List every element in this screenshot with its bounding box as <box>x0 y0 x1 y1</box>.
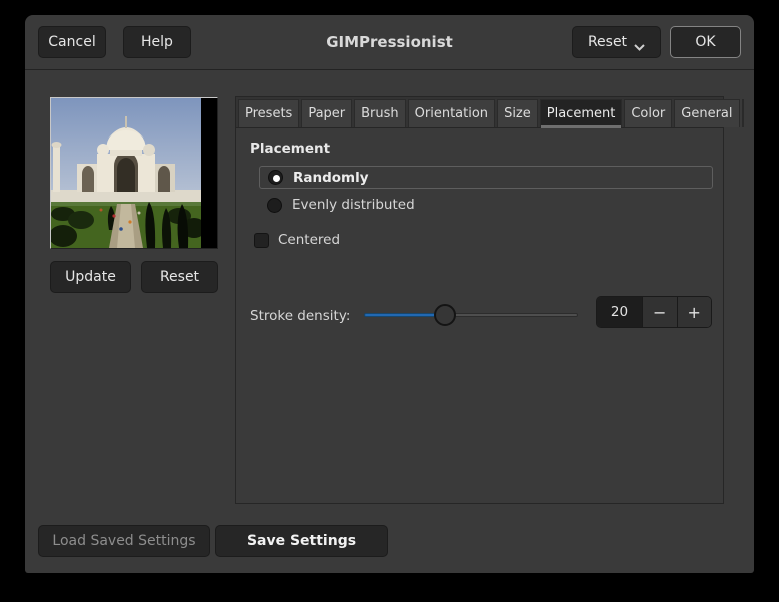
centered-checkbox-row[interactable]: Centered <box>254 230 340 250</box>
gimpressionist-dialog: Cancel Help GIMPressionist Reset OK Upda… <box>25 15 754 573</box>
tab-presets[interactable]: Presets <box>238 99 300 127</box>
update-button[interactable]: Update <box>50 261 131 293</box>
slider-fill <box>364 313 446 317</box>
tab-general[interactable]: General <box>674 99 740 127</box>
tab-placement[interactable]: Placement <box>539 99 623 128</box>
cancel-button[interactable]: Cancel <box>38 26 106 58</box>
tab-strip-filler <box>741 99 744 127</box>
checkbox-icon[interactable] <box>254 232 269 248</box>
tab-strip: Presets Paper Brush Orientation Size Pla… <box>236 97 744 128</box>
save-settings-button[interactable]: Save Settings <box>215 525 388 557</box>
radio-evenly-distributed[interactable]: Evenly distributed <box>267 195 415 215</box>
load-saved-settings-button[interactable]: Load Saved Settings <box>38 525 210 557</box>
preview-reset-button[interactable]: Reset <box>141 261 218 293</box>
radio-randomly[interactable]: Randomly <box>259 166 713 189</box>
radio-button-icon[interactable] <box>268 170 283 185</box>
header-bar: Cancel Help GIMPressionist Reset OK <box>25 15 754 70</box>
stroke-density-label: Stroke density: <box>250 308 351 324</box>
placement-panel: Placement Randomly Evenly distributed Ce… <box>236 128 723 503</box>
preview-image <box>50 97 218 249</box>
tab-size[interactable]: Size <box>497 99 538 127</box>
ok-button[interactable]: OK <box>670 26 741 58</box>
taj-mahal-illustration <box>51 98 201 248</box>
radio-randomly-label: Randomly <box>293 169 369 186</box>
stroke-density-slider[interactable] <box>364 304 578 326</box>
settings-notebook: Presets Paper Brush Orientation Size Pla… <box>235 96 744 504</box>
increase-button[interactable]: + <box>676 297 711 327</box>
radio-button-icon[interactable] <box>267 197 282 213</box>
decrease-button[interactable]: − <box>642 297 677 327</box>
reset-dropdown-button[interactable]: Reset <box>572 26 661 58</box>
centered-label: Centered <box>278 232 341 248</box>
radio-evenly-label: Evenly distributed <box>292 197 415 213</box>
help-button[interactable]: Help <box>123 26 191 58</box>
reset-dropdown-label: Reset <box>587 34 628 50</box>
stroke-density-spinbox: 20 − + <box>596 296 712 328</box>
stroke-density-value[interactable]: 20 <box>597 297 642 327</box>
tab-paper[interactable]: Paper <box>301 99 353 127</box>
placement-heading: Placement <box>250 141 331 157</box>
tab-orientation[interactable]: Orientation <box>407 99 496 127</box>
tab-brush[interactable]: Brush <box>354 99 406 127</box>
slider-handle[interactable] <box>434 304 457 326</box>
chevron-down-icon <box>634 39 645 51</box>
tab-color[interactable]: Color <box>624 99 673 127</box>
